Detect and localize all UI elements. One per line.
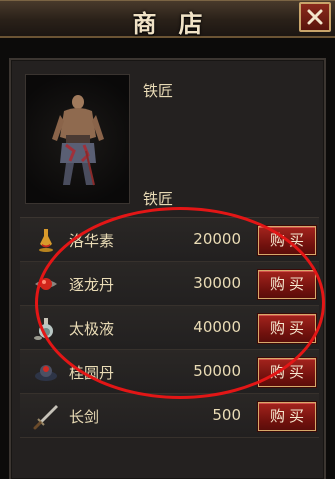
- item-name: 太极液: [69, 320, 115, 338]
- list-item: 桂圆丹 50000 购买: [20, 350, 319, 394]
- item-name: 长剑: [69, 408, 100, 426]
- close-button[interactable]: [299, 2, 331, 32]
- title-bar: 商店: [0, 0, 335, 38]
- item-price: 20000: [193, 230, 241, 248]
- npc-area: 铁匠 铁匠: [11, 60, 324, 210]
- red-pill-icon: [32, 270, 60, 298]
- blacksmith-figure-icon: [52, 95, 104, 186]
- list-item: 长剑 500 购买: [20, 394, 319, 438]
- item-name: 逐龙丹: [69, 276, 115, 294]
- npc-name: 铁匠: [143, 82, 174, 100]
- list-item: 洛华素 20000 购买: [20, 218, 319, 262]
- shop-panel: 铁匠 铁匠 洛华素 20000 购买 逐龙丹 30000 购买 太极液 4000…: [9, 58, 326, 479]
- buy-button[interactable]: 购买: [258, 402, 316, 431]
- list-item: 逐龙丹 30000 购买: [20, 262, 319, 306]
- npc-portrait: [25, 74, 130, 204]
- item-price: 30000: [193, 274, 241, 292]
- item-list: 洛华素 20000 购买 逐龙丹 30000 购买 太极液 40000 购买 桂…: [20, 217, 319, 479]
- npc-label: 铁匠: [143, 190, 174, 208]
- close-x-icon: [307, 9, 323, 25]
- buy-button[interactable]: 购买: [258, 314, 316, 343]
- item-price: 500: [212, 406, 241, 424]
- item-name: 桂圆丹: [69, 364, 115, 382]
- list-item: 太极液 40000 购买: [20, 306, 319, 350]
- window-title: 商店: [132, 9, 225, 38]
- sword-icon: [32, 402, 60, 430]
- buy-button[interactable]: 购买: [258, 270, 316, 299]
- item-name: 洛华素: [69, 232, 115, 250]
- buy-button[interactable]: 购买: [258, 358, 316, 387]
- potion-icon: [32, 226, 60, 254]
- item-price: 40000: [193, 318, 241, 336]
- item-price: 50000: [193, 362, 241, 380]
- dark-orb-icon: [32, 358, 60, 386]
- buy-button[interactable]: 购买: [258, 226, 316, 255]
- flask-icon: [32, 314, 60, 342]
